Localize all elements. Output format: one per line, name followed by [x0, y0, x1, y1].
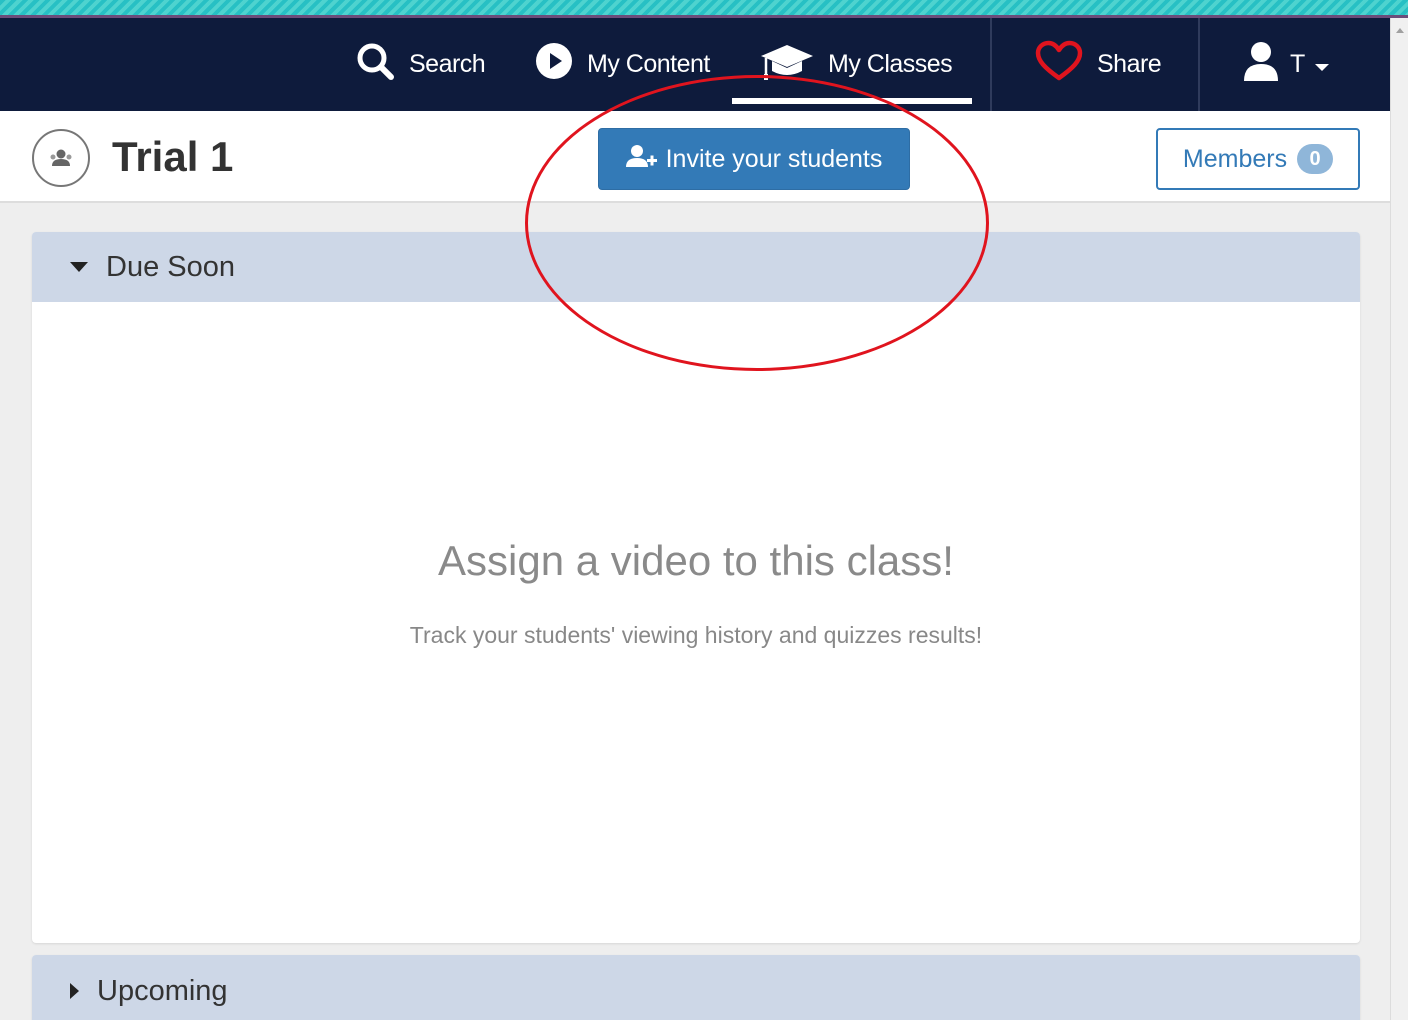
due-soon-panel: Due Soon Assign a video to this class! T…: [32, 232, 1360, 943]
nav-my-content[interactable]: My Content: [535, 18, 710, 111]
user-initial: T: [1290, 50, 1305, 78]
due-soon-label: Due Soon: [106, 250, 235, 283]
nav-share[interactable]: Share: [1035, 18, 1162, 111]
play-icon: [535, 42, 573, 87]
class-title: Trial 1: [112, 133, 234, 180]
nav-divider: [990, 18, 992, 111]
vertical-scrollbar[interactable]: [1390, 18, 1408, 1020]
heart-icon: [1035, 40, 1083, 89]
search-icon: [355, 41, 395, 88]
caret-down-icon: [70, 262, 88, 272]
class-avatar-icon: [32, 129, 90, 187]
top-decorative-strip: [0, 0, 1408, 18]
top-navbar: Search My Content My Classes Share T: [0, 18, 1390, 111]
nav-my-content-label: My Content: [587, 50, 710, 78]
members-button[interactable]: Members 0: [1156, 128, 1360, 190]
upcoming-label: Upcoming: [97, 974, 228, 1007]
nav-search[interactable]: Search: [355, 18, 486, 111]
scroll-up-arrow-icon[interactable]: [1396, 28, 1404, 33]
empty-state-title: Assign a video to this class!: [438, 537, 954, 584]
members-label: Members: [1182, 144, 1288, 173]
graduation-cap-icon: [760, 41, 814, 88]
user-menu[interactable]: T: [1242, 18, 1329, 111]
user-icon: [1242, 40, 1280, 89]
caret-down-icon: [1314, 50, 1329, 79]
members-count-badge: 0: [1297, 144, 1334, 174]
invite-students-label: Invite your students: [665, 144, 883, 173]
upcoming-heading[interactable]: Upcoming: [32, 955, 1360, 1020]
nav-share-label: Share: [1097, 50, 1162, 78]
nav-divider: [1198, 18, 1200, 111]
nav-my-classes-label: My Classes: [828, 50, 953, 78]
caret-right-icon: [70, 983, 79, 999]
upcoming-panel: Upcoming: [32, 955, 1360, 1020]
nav-search-label: Search: [409, 50, 486, 78]
add-user-icon: [625, 144, 658, 175]
nav-active-indicator: [732, 98, 972, 104]
class-header: Trial 1 Invite your students Members 0: [0, 111, 1390, 203]
invite-students-button[interactable]: Invite your students: [598, 128, 910, 190]
empty-state-subtitle: Track your students' viewing history and…: [409, 622, 983, 648]
due-soon-heading[interactable]: Due Soon: [32, 232, 1360, 302]
